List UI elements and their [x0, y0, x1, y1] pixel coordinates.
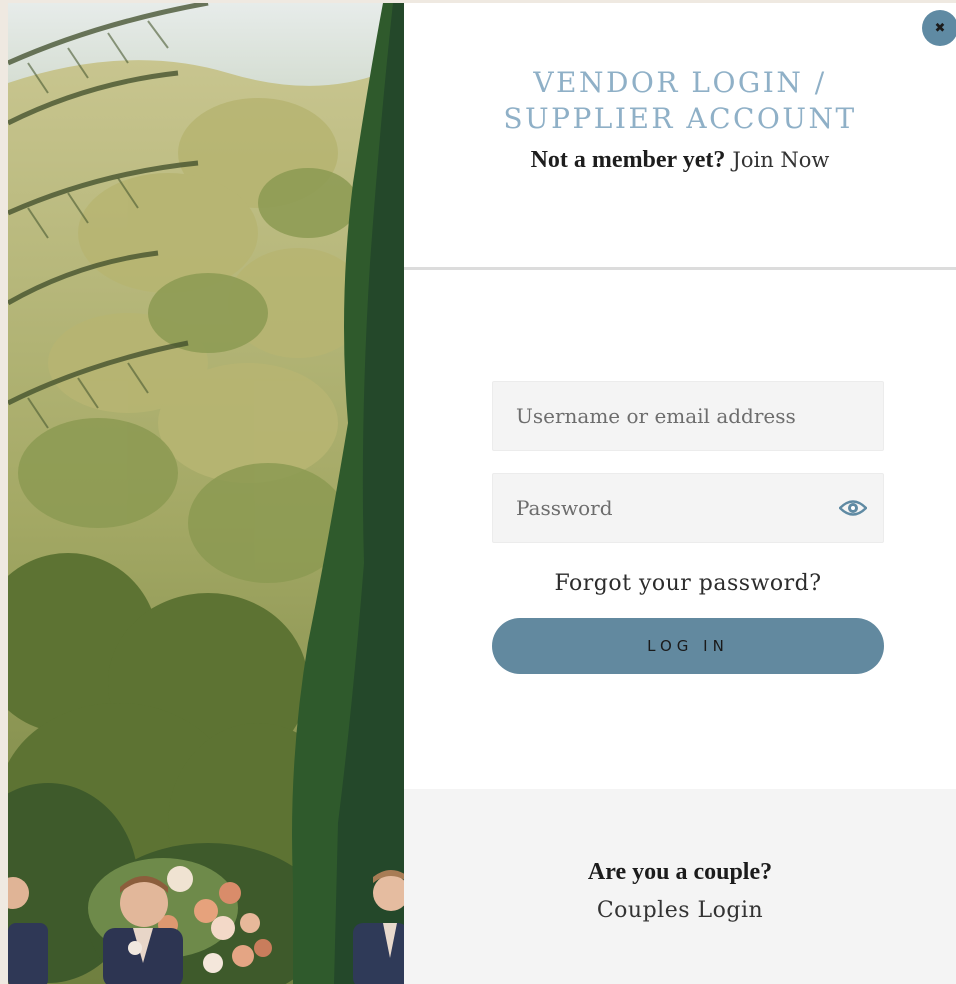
login-panel: ✖ VENDOR LOGIN / SUPPLIER ACCOUNT Not a …: [404, 3, 956, 984]
forgot-password-link[interactable]: Forgot your password?: [492, 571, 884, 596]
password-input[interactable]: [493, 474, 883, 542]
close-button[interactable]: ✖: [922, 10, 956, 46]
forest-ceremony-image: [8, 3, 404, 984]
close-icon: ✖: [934, 20, 946, 36]
couples-footer: Are you a couple? Couples Login: [404, 789, 956, 984]
login-button[interactable]: LOG IN: [492, 618, 884, 674]
password-field-wrapper: [492, 473, 884, 543]
login-form: Forgot your password? LOG IN: [492, 381, 884, 674]
member-question: Not a member yet?: [530, 147, 726, 173]
eye-icon[interactable]: [839, 497, 867, 519]
join-now-link[interactable]: Join Now: [732, 148, 829, 172]
login-header: VENDOR LOGIN / SUPPLIER ACCOUNT Not a me…: [404, 3, 956, 270]
wedding-photo: [8, 3, 404, 984]
couples-login-link[interactable]: Couples Login: [597, 898, 763, 923]
title-line-2: SUPPLIER ACCOUNT: [503, 102, 857, 135]
username-input[interactable]: [493, 382, 883, 450]
title-line-1: VENDOR LOGIN /: [533, 66, 827, 99]
couple-question: Are you a couple?: [587, 859, 773, 885]
member-prompt: Not a member yet? Join Now: [404, 147, 956, 174]
login-modal: ✖ VENDOR LOGIN / SUPPLIER ACCOUNT Not a …: [8, 3, 956, 984]
page-title: VENDOR LOGIN / SUPPLIER ACCOUNT: [404, 3, 956, 137]
username-field-wrapper: [492, 381, 884, 451]
